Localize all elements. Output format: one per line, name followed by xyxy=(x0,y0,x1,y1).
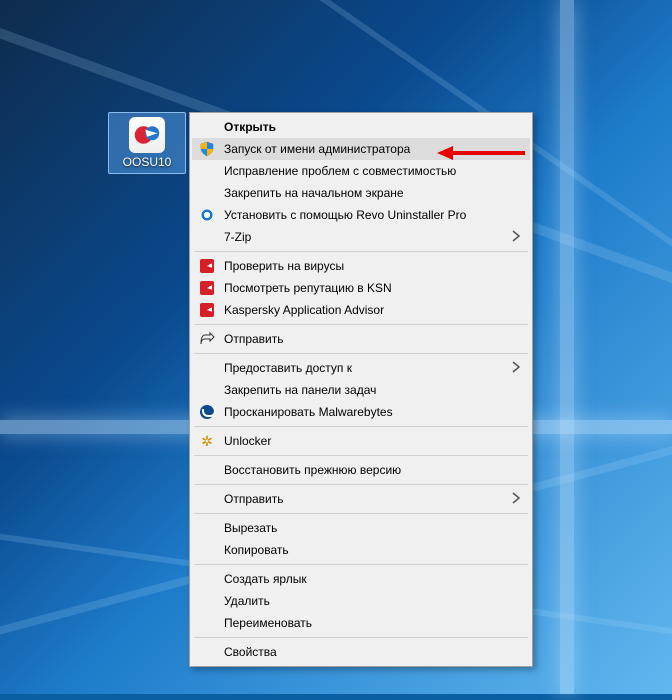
share-icon xyxy=(199,331,215,347)
context-menu: Открыть Запуск от имени администратора И… xyxy=(189,112,533,667)
app-icon xyxy=(129,117,165,153)
submenu-arrow-icon xyxy=(510,361,522,373)
revo-icon xyxy=(199,207,215,223)
menu-cut[interactable]: Вырезать xyxy=(192,517,530,539)
menu-pin-start[interactable]: Закрепить на начальном экране xyxy=(192,182,530,204)
kaspersky-icon xyxy=(199,302,215,318)
menu-share[interactable]: Отправить xyxy=(192,328,530,350)
menu-separator xyxy=(194,426,528,427)
desktop-icon-oosu10[interactable]: OOSU10 xyxy=(108,112,186,174)
kaspersky-icon xyxy=(199,258,215,274)
menu-separator xyxy=(194,324,528,325)
menu-grant-access[interactable]: Предоставить доступ к xyxy=(192,357,530,379)
menu-delete[interactable]: Удалить xyxy=(192,590,530,612)
menu-revo-install[interactable]: Установить с помощью Revo Uninstaller Pr… xyxy=(192,204,530,226)
submenu-arrow-icon xyxy=(510,492,522,504)
menu-kaspersky-scan[interactable]: Проверить на вирусы xyxy=(192,255,530,277)
menu-unlocker[interactable]: ✲ Unlocker xyxy=(192,430,530,452)
desktop-icon-label: OOSU10 xyxy=(109,155,185,169)
menu-separator xyxy=(194,564,528,565)
menu-rename[interactable]: Переименовать xyxy=(192,612,530,634)
menu-separator xyxy=(194,484,528,485)
menu-separator xyxy=(194,513,528,514)
menu-compat-troubleshoot[interactable]: Исправление проблем с совместимостью xyxy=(192,160,530,182)
malwarebytes-icon xyxy=(199,404,215,420)
menu-properties[interactable]: Свойства xyxy=(192,641,530,663)
menu-separator xyxy=(194,637,528,638)
menu-kaspersky-advisor[interactable]: Kaspersky Application Advisor xyxy=(192,299,530,321)
unlocker-key-icon: ✲ xyxy=(199,433,215,449)
menu-separator xyxy=(194,251,528,252)
menu-run-as-admin[interactable]: Запуск от имени администратора xyxy=(192,138,530,160)
menu-separator xyxy=(194,455,528,456)
menu-send-to[interactable]: Отправить xyxy=(192,488,530,510)
menu-restore-previous[interactable]: Восстановить прежнюю версию xyxy=(192,459,530,481)
menu-open[interactable]: Открыть xyxy=(192,116,530,138)
submenu-arrow-icon xyxy=(510,230,522,242)
menu-kaspersky-ksn[interactable]: Посмотреть репутацию в KSN xyxy=(192,277,530,299)
menu-pin-taskbar[interactable]: Закрепить на панели задач xyxy=(192,379,530,401)
kaspersky-icon xyxy=(199,280,215,296)
menu-7zip[interactable]: 7-Zip xyxy=(192,226,530,248)
menu-create-shortcut[interactable]: Создать ярлык xyxy=(192,568,530,590)
menu-copy[interactable]: Копировать xyxy=(192,539,530,561)
menu-separator xyxy=(194,353,528,354)
uac-shield-icon xyxy=(199,141,215,157)
menu-malwarebytes[interactable]: Просканировать Malwarebytes xyxy=(192,401,530,423)
